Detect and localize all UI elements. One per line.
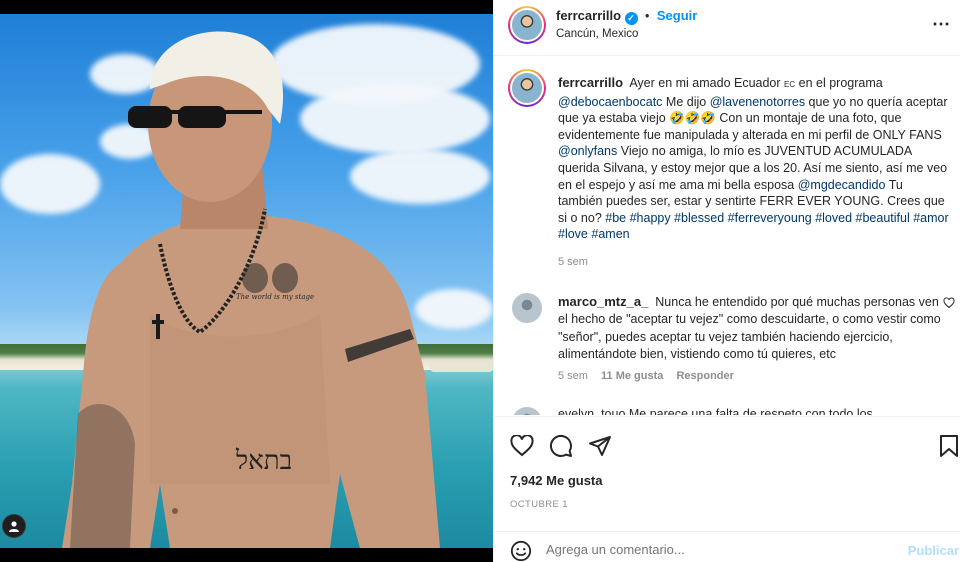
hashtag-link[interactable]: #amen <box>591 227 629 241</box>
likes-count[interactable]: 7,942 Me gusta <box>510 473 603 488</box>
comment-input[interactable] <box>546 542 886 557</box>
hashtag-link[interactable]: #blessed <box>674 211 724 225</box>
mention-link[interactable]: @mgdecandido <box>798 178 886 192</box>
hashtag-link[interactable]: #ferreveryoung <box>728 211 812 225</box>
post-header: ferrcarrillo ✓ • Seguir Cancún, Mexico ⋯ <box>494 0 960 56</box>
comment-partial: evelyn_touo Me parece una falta de respe… <box>558 407 873 415</box>
post-photo[interactable]: The world is my stage בתאל <box>0 0 493 562</box>
chest-tattoo-text: בתאל <box>236 446 293 476</box>
mention-link[interactable]: @lavenenotorres <box>710 95 805 109</box>
commenter-avatar[interactable] <box>512 293 542 323</box>
post-date: OCTUBRE 1 <box>510 499 568 510</box>
caption-segment: Ayer en mi amado Ecuador <box>629 76 785 90</box>
comment-time[interactable]: 5 sem <box>558 370 588 382</box>
comment-composer: Publicar <box>494 531 960 562</box>
share-icon[interactable] <box>588 434 612 458</box>
caption-segment: en el programa <box>795 76 883 90</box>
comment-likes[interactable]: 11 Me gusta <box>601 370 663 382</box>
commenter-avatar[interactable] <box>512 407 542 415</box>
tagged-user-icon[interactable] <box>2 514 26 538</box>
person-icon <box>9 521 19 532</box>
ecuador-flag-icon: EC <box>784 80 796 89</box>
verified-badge-icon: ✓ <box>624 12 638 25</box>
heart-icon[interactable] <box>510 435 534 457</box>
comment-icon[interactable] <box>549 434 573 458</box>
author-username[interactable]: ferrcarrillo <box>556 8 621 23</box>
reply-button[interactable]: Responder <box>676 370 733 382</box>
instagram-post-view: The world is my stage בתאל ferrcarrillo … <box>0 0 960 562</box>
mention-link[interactable]: @debocaenbocatc <box>558 95 662 109</box>
caption-avatar[interactable] <box>508 69 546 107</box>
laughing-emoji-icon: 🤣🤣🤣 <box>669 111 716 126</box>
author-avatar[interactable] <box>508 6 546 44</box>
save-bookmark-icon[interactable] <box>939 434 959 458</box>
hashtag-link[interactable]: #beautiful <box>856 211 910 225</box>
emoji-icon[interactable] <box>510 540 532 562</box>
comments-area[interactable]: ferrcarrillo Ayer en mi amado Ecuador EC… <box>494 57 960 415</box>
header-line: ferrcarrillo ✓ • Seguir <box>556 8 697 25</box>
neck-tattoo-text: The world is my stage <box>236 293 315 301</box>
photo-scene: The world is my stage בתאל <box>0 14 493 548</box>
comment-text: marco_mtz_a_ Nunca he entendido por qué … <box>558 293 948 364</box>
mention-link[interactable]: @onlyfans <box>558 144 617 158</box>
follow-button[interactable]: Seguir <box>657 8 697 23</box>
post-actions: 7,942 Me gusta OCTUBRE 1 <box>494 416 960 520</box>
caption-segment: Me dijo <box>662 94 710 109</box>
publish-button[interactable]: Publicar <box>908 543 959 558</box>
hashtag-link[interactable]: #loved <box>815 211 852 225</box>
hashtag-link[interactable]: #love <box>558 227 588 241</box>
post-sidebar: ferrcarrillo ✓ • Seguir Cancún, Mexico ⋯… <box>493 0 960 562</box>
commenter-username[interactable]: marco_mtz_a_ <box>558 294 648 309</box>
hashtag-link[interactable]: #be <box>605 211 626 225</box>
hashtag-link[interactable]: #happy <box>630 211 671 225</box>
caption-username[interactable]: ferrcarrillo <box>558 75 623 90</box>
caption-text: ferrcarrillo Ayer en mi amado Ecuador EC… <box>558 75 950 243</box>
post-location[interactable]: Cancún, Mexico <box>556 28 638 40</box>
like-comment-icon[interactable] <box>943 297 955 309</box>
more-options-icon[interactable]: ⋯ <box>932 14 951 35</box>
header-separator: • <box>645 9 650 23</box>
comment-meta: 5 sem 11 Me gusta Responder <box>558 370 734 382</box>
hashtag-link[interactable]: #amor <box>913 211 948 225</box>
caption-time[interactable]: 5 sem <box>558 256 588 268</box>
